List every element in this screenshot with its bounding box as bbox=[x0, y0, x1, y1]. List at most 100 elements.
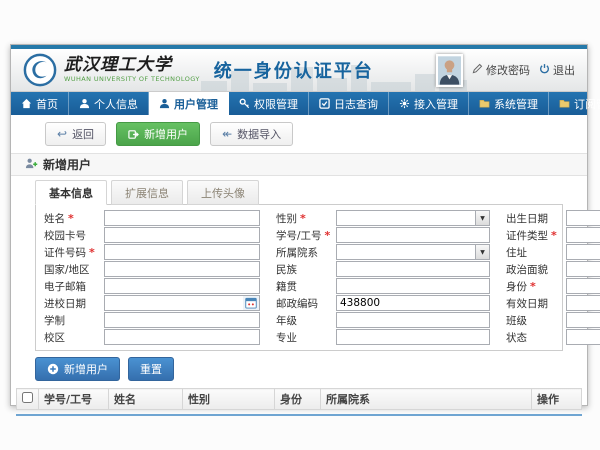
entry-date-input[interactable] bbox=[105, 296, 243, 310]
col-operation: 操作 bbox=[532, 389, 582, 410]
field-label: 身份* bbox=[506, 279, 566, 294]
field-label: 住址 bbox=[506, 245, 566, 260]
chevron-down-icon[interactable]: ▼ bbox=[475, 245, 489, 259]
select-all-checkbox[interactable] bbox=[22, 392, 33, 403]
field-entry-date: 进校日期 bbox=[44, 295, 260, 311]
field-label: 证件号码* bbox=[44, 245, 104, 260]
field-student-id: 学号/工号* bbox=[276, 227, 490, 243]
table-header-row: 学号/工号 姓名 性别 身份 所属院系 操作 bbox=[17, 389, 582, 410]
chevron-down-icon[interactable]: ▼ bbox=[475, 211, 489, 225]
change-password-link[interactable]: 修改密码 bbox=[472, 62, 530, 78]
field-label: 证件类型* bbox=[506, 228, 566, 243]
nav-tab-system-management[interactable]: 系统管理 bbox=[469, 92, 549, 115]
birth-date-input[interactable] bbox=[567, 211, 600, 225]
education-length-input[interactable] bbox=[105, 313, 259, 327]
field-political-status: 政治面貌 bbox=[506, 261, 600, 277]
field-id-number: 证件号码* bbox=[44, 244, 260, 260]
data-import-button[interactable]: ↞ 数据导入 bbox=[210, 122, 293, 146]
address-input[interactable] bbox=[567, 245, 600, 259]
submit-add-user-button[interactable]: 新增用户 bbox=[35, 357, 120, 381]
field-label: 状态 bbox=[506, 330, 566, 345]
required-mark: * bbox=[551, 229, 557, 242]
user-avatar[interactable] bbox=[436, 54, 463, 87]
class-input[interactable] bbox=[567, 313, 600, 327]
form-actions: 新增用户 重置 bbox=[35, 357, 587, 381]
calendar-icon[interactable] bbox=[243, 296, 259, 310]
toolbar: ↩ 返回 新增用户 ↞ 数据导入 bbox=[11, 115, 587, 153]
header: 武汉理工大学 WUHAN UNIVERSITY OF TECHNOLOGY 统一… bbox=[11, 49, 587, 92]
section-header: 新增用户 bbox=[11, 153, 587, 176]
field-gender: 性别* ▼ bbox=[276, 210, 490, 226]
person-icon bbox=[79, 98, 90, 109]
nav-tab-user-management[interactable]: 用户管理 bbox=[149, 92, 229, 115]
back-arrow-icon: ↩ bbox=[57, 128, 67, 140]
nav-tab-subscription-management[interactable]: 订阅管理 bbox=[549, 92, 600, 115]
id-type-input[interactable] bbox=[567, 228, 600, 242]
field-ethnicity: 民族 bbox=[276, 261, 490, 277]
field-campus: 校区 bbox=[44, 329, 260, 345]
add-user-button[interactable]: 新增用户 bbox=[116, 122, 200, 146]
political-status-input[interactable] bbox=[567, 262, 600, 276]
import-arrow-icon: ↞ bbox=[222, 128, 232, 140]
field-native-place: 籍贯 bbox=[276, 278, 490, 294]
major-input[interactable] bbox=[337, 330, 489, 344]
col-gender: 性别 bbox=[183, 389, 275, 410]
nav-tab-profile[interactable]: 个人信息 bbox=[69, 92, 149, 115]
field-label: 班级 bbox=[506, 313, 566, 328]
field-label: 出生日期 bbox=[506, 211, 566, 226]
required-mark: * bbox=[68, 212, 74, 225]
grade-input[interactable] bbox=[337, 313, 489, 327]
field-major: 专业 bbox=[276, 329, 490, 345]
postal-code-input[interactable] bbox=[337, 296, 489, 310]
nav-tab-access-management[interactable]: 接入管理 bbox=[389, 92, 469, 115]
tab-basic-info[interactable]: 基本信息 bbox=[35, 180, 107, 205]
email-input[interactable] bbox=[105, 279, 259, 293]
name-input[interactable] bbox=[105, 211, 259, 225]
logout-link[interactable]: 退出 bbox=[539, 62, 575, 78]
ethnicity-input[interactable] bbox=[337, 262, 489, 276]
required-mark: * bbox=[300, 212, 306, 225]
university-name-block: 武汉理工大学 WUHAN UNIVERSITY OF TECHNOLOGY bbox=[64, 57, 200, 83]
campus-card-input[interactable] bbox=[105, 228, 259, 242]
col-student-id: 学号/工号 bbox=[39, 389, 109, 410]
status-input[interactable] bbox=[567, 330, 600, 344]
field-label: 所属院系 bbox=[276, 245, 336, 260]
native-place-input[interactable] bbox=[337, 279, 489, 293]
field-name: 姓名* bbox=[44, 210, 260, 226]
pencil-icon bbox=[472, 63, 483, 77]
basic-info-form: 姓名* 性别* ▼ 出生日期 校园卡号 学号/工号* 证件类型* 证件号码* bbox=[35, 204, 563, 351]
valid-date-input[interactable] bbox=[567, 296, 600, 310]
back-button[interactable]: ↩ 返回 bbox=[45, 122, 106, 146]
field-status: 状态 bbox=[506, 329, 600, 345]
campus-input[interactable] bbox=[105, 330, 259, 344]
field-birth-date: 出生日期 bbox=[506, 210, 600, 226]
department-select[interactable] bbox=[337, 245, 475, 259]
nav-tab-home[interactable]: 首页 bbox=[11, 92, 69, 115]
col-name: 姓名 bbox=[109, 389, 183, 410]
id-number-input[interactable] bbox=[105, 245, 259, 259]
reset-button[interactable]: 重置 bbox=[128, 357, 174, 381]
gender-select[interactable] bbox=[337, 211, 475, 225]
folder-icon bbox=[559, 98, 570, 109]
tab-upload-avatar[interactable]: 上传头像 bbox=[187, 180, 259, 205]
field-grade: 年级 bbox=[276, 312, 490, 328]
country-region-input[interactable] bbox=[105, 262, 259, 276]
field-education-length: 学制 bbox=[44, 312, 260, 328]
field-label: 学制 bbox=[44, 313, 104, 328]
student-id-input[interactable] bbox=[337, 228, 489, 242]
users-icon bbox=[159, 98, 170, 109]
identity-input[interactable] bbox=[567, 279, 600, 293]
field-campus-card: 校园卡号 bbox=[44, 227, 260, 243]
nav-tab-log-query[interactable]: 日志查询 bbox=[309, 92, 389, 115]
power-icon bbox=[539, 63, 550, 77]
field-label: 进校日期 bbox=[44, 296, 104, 311]
required-mark: * bbox=[89, 246, 95, 259]
form-tabs: 基本信息 扩展信息 上传头像 bbox=[35, 180, 587, 204]
col-identity: 身份 bbox=[275, 389, 321, 410]
tab-extended-info[interactable]: 扩展信息 bbox=[111, 180, 183, 205]
gear-icon bbox=[399, 98, 410, 109]
field-country-region: 国家/地区 bbox=[44, 261, 260, 277]
field-label: 姓名* bbox=[44, 211, 104, 226]
field-label: 校园卡号 bbox=[44, 228, 104, 243]
nav-tab-permission-management[interactable]: 权限管理 bbox=[229, 92, 309, 115]
